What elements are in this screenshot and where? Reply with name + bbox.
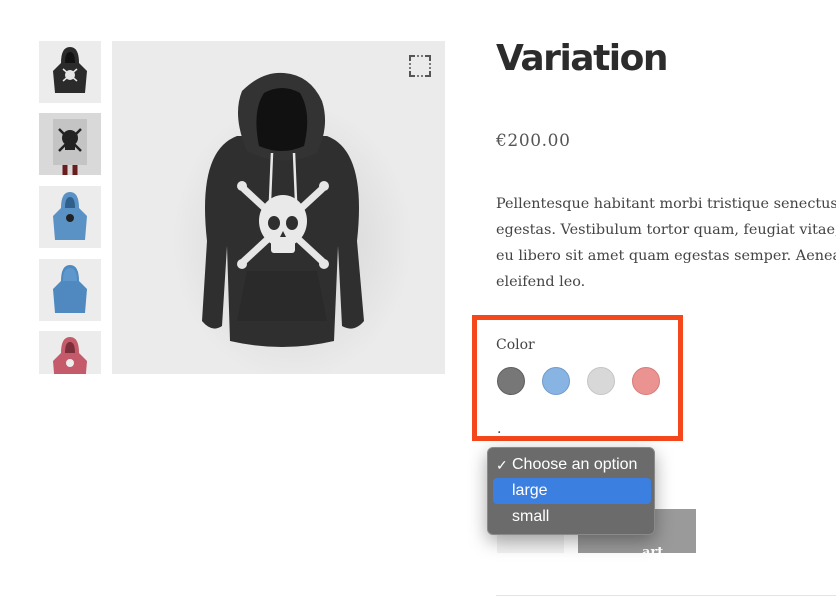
size-select-dropdown[interactable]: ✓ Choose an option large small <box>487 447 655 535</box>
thumbnail-skull-poster[interactable] <box>39 113 101 175</box>
product-description: Pellentesque habitant morbi tristique se… <box>496 191 836 295</box>
option-label: small <box>512 508 550 525</box>
description-line: Pellentesque habitant morbi tristique se… <box>496 196 836 212</box>
color-label: Color <box>496 337 535 353</box>
add-to-cart-label: art <box>642 545 664 560</box>
thumbnail-pink-hoodie[interactable] <box>39 331 101 374</box>
description-line: egestas. Vestibulum tortor quam, feugiat… <box>496 222 836 238</box>
thumbnail-blue-hoodie-front[interactable] <box>39 186 101 248</box>
option-large[interactable]: large <box>493 478 651 504</box>
fullscreen-icon[interactable] <box>409 55 431 77</box>
thumbnail-black-hoodie[interactable] <box>39 41 101 103</box>
size-label: · <box>497 425 502 437</box>
product-price: €200.00 <box>496 131 571 151</box>
thumbnail-strip <box>39 41 101 374</box>
description-line: eu libero sit amet quam egestas semper. … <box>496 248 836 264</box>
product-title: Variation <box>496 38 668 79</box>
checkmark-icon: ✓ <box>496 457 508 473</box>
option-small[interactable]: small <box>493 504 651 530</box>
swatch-dark-gray[interactable] <box>497 367 525 395</box>
swatch-light-blue[interactable] <box>542 367 570 395</box>
option-label: Choose an option <box>512 456 638 473</box>
divider <box>496 595 836 596</box>
main-product-image[interactable] <box>112 41 445 381</box>
thumbnail-blue-hoodie-back[interactable] <box>39 259 101 321</box>
swatch-light-gray[interactable] <box>587 367 615 395</box>
option-label: large <box>512 482 548 499</box>
description-line: eleifend leo. <box>496 274 586 290</box>
option-choose[interactable]: ✓ Choose an option <box>493 452 651 478</box>
swatch-pink[interactable] <box>632 367 660 395</box>
